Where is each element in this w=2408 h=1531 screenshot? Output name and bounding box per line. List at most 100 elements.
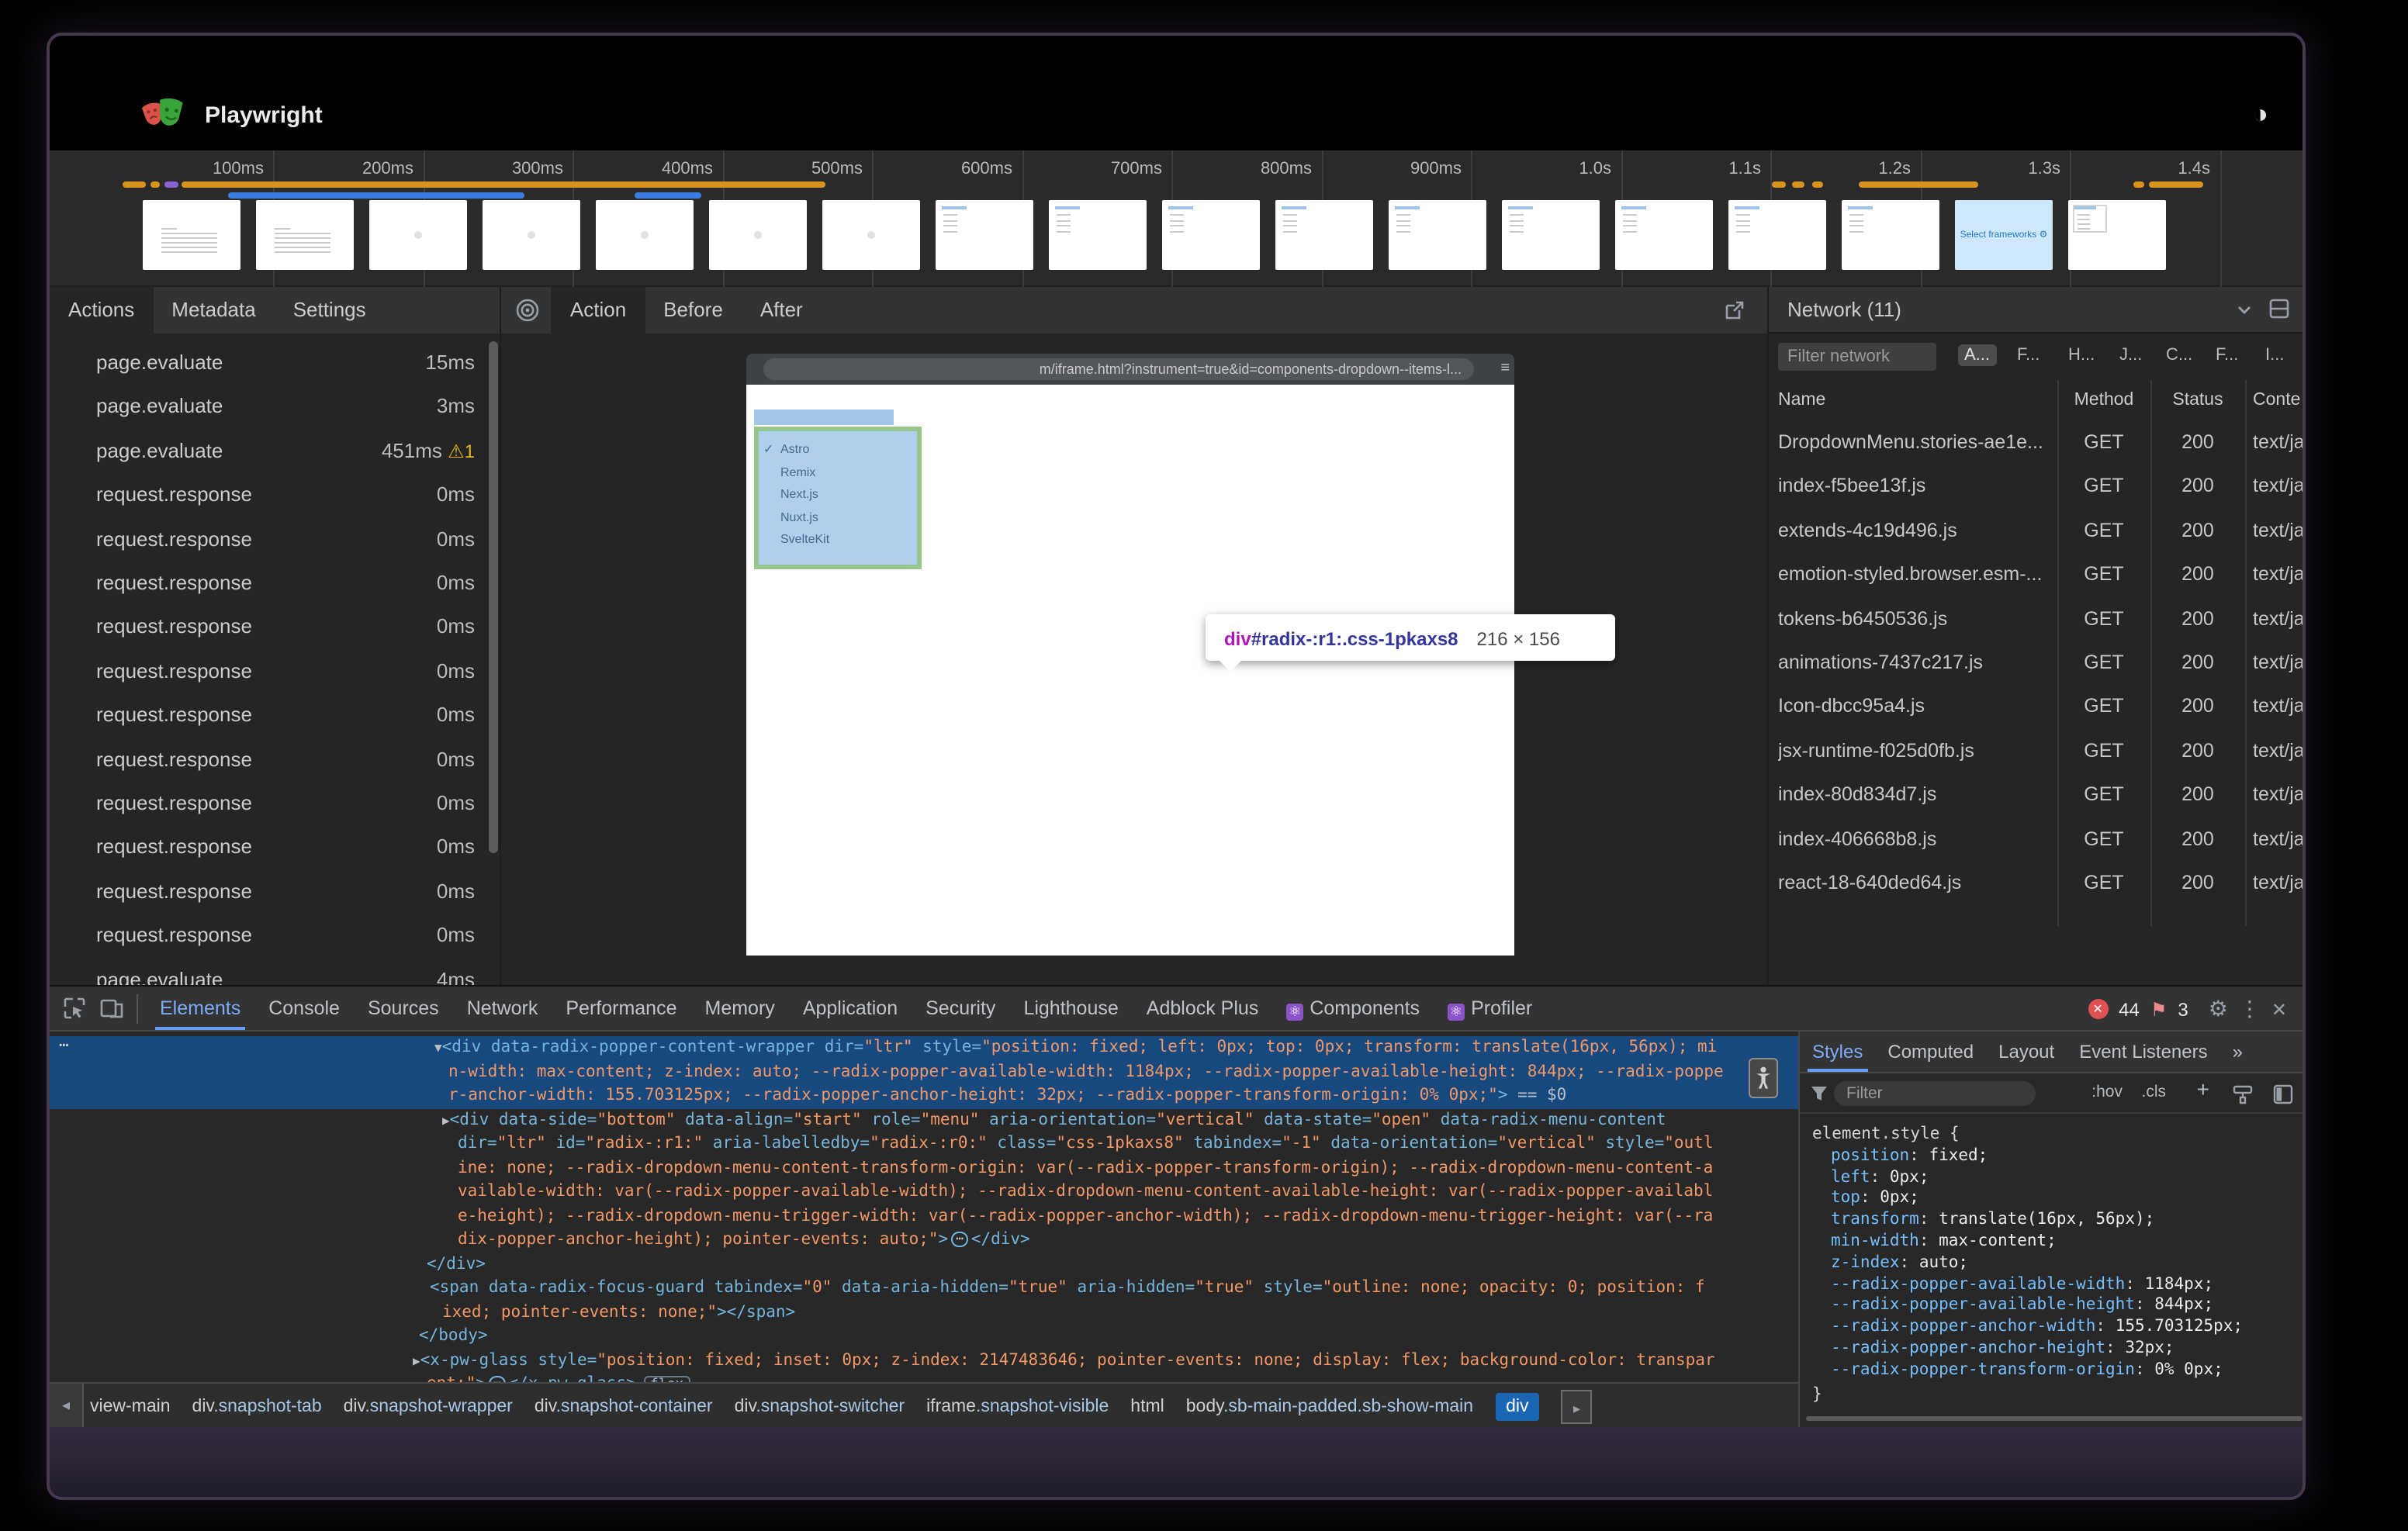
film-thumb[interactable] xyxy=(1275,200,1373,270)
code-line[interactable]: ▶<x-pw-glass style="position: fixed; ins… xyxy=(50,1349,1798,1373)
network-row[interactable]: animations-7437c217.jsGET200text/ja xyxy=(1769,641,2306,684)
network-column-method[interactable]: Method xyxy=(2060,380,2147,420)
film-thumb[interactable] xyxy=(1049,200,1147,270)
css-declaration[interactable]: z-index: auto; xyxy=(1812,1253,2243,1275)
paint-flashing-icon[interactable] xyxy=(2233,1084,2253,1104)
css-property-name[interactable]: --radix-popper-transform-origin xyxy=(1831,1360,2135,1379)
tab-settings[interactable]: Settings xyxy=(275,287,385,334)
action-row[interactable]: request.response0ms xyxy=(50,606,487,649)
network-row[interactable]: extends-4c19d496.jsGET200text/ja xyxy=(1769,509,2306,552)
action-row[interactable]: request.response0ms xyxy=(50,517,487,561)
error-count[interactable]: 44 xyxy=(2119,998,2140,1020)
css-declaration[interactable]: position: fixed; xyxy=(1812,1146,2243,1168)
close-devtools-icon[interactable]: ✕ xyxy=(2271,998,2287,1020)
network-filter-pill[interactable]: F... xyxy=(2209,344,2244,366)
film-thumb[interactable]: Select frameworks ⚙ xyxy=(1955,200,2053,270)
css-declaration[interactable]: --radix-popper-available-height: 844px; xyxy=(1812,1296,2243,1318)
menu-item-remix[interactable]: Remix xyxy=(780,465,815,479)
chevron-down-icon[interactable] xyxy=(2236,301,2253,318)
css-property-value[interactable]: max-content; xyxy=(1929,1232,2056,1250)
hidden-ancestors-marker[interactable]: ⋯ xyxy=(59,1036,69,1055)
breadcrumb-item[interactable]: div.snapshot-tab xyxy=(192,1397,322,1415)
network-filter-pill[interactable]: A... xyxy=(1958,344,1996,366)
breadcrumb-item[interactable]: div.snapshot-wrapper xyxy=(344,1397,513,1415)
style-selector[interactable]: element.style xyxy=(1812,1125,1939,1143)
tab-after[interactable]: After xyxy=(742,287,822,334)
devtools-tab-sources[interactable]: Sources xyxy=(354,987,453,1030)
css-property-name[interactable]: top xyxy=(1831,1189,1860,1208)
action-row[interactable]: request.response0ms xyxy=(50,914,487,957)
action-row[interactable]: request.response0ms xyxy=(50,693,487,737)
tab-actions[interactable]: Actions xyxy=(50,287,153,334)
film-thumb[interactable] xyxy=(1728,200,1826,270)
issues-flag-icon[interactable]: ⚑ xyxy=(2150,998,2168,1020)
styles-scrollbar[interactable] xyxy=(1806,1416,2302,1421)
menu-item-nuxtjs[interactable]: Nuxt.js xyxy=(780,510,818,524)
css-property-value[interactable]: translate(16px, 56px); xyxy=(1929,1210,2154,1229)
network-row[interactable]: index-80d834d7.jsGET200text/ja xyxy=(1769,772,2306,816)
tab-before[interactable]: Before xyxy=(645,287,742,334)
network-row[interactable]: jsx-runtime-f025d0fb.jsGET200text/ja xyxy=(1769,729,2306,772)
breadcrumb-item[interactable]: html xyxy=(1130,1397,1164,1415)
devtools-tab-network[interactable]: Network xyxy=(453,987,552,1030)
network-row[interactable]: react-18-640ded64.jsGET200text/ja xyxy=(1769,861,2306,904)
settings-gear-icon[interactable]: ⚙ xyxy=(2209,996,2228,1022)
issue-count[interactable]: 3 xyxy=(2178,998,2188,1020)
network-row[interactable]: index-406668b8.jsGET200text/ja xyxy=(1769,817,2306,860)
breadcrumb-item[interactable]: body.sb-main-padded.sb-show-main xyxy=(1186,1397,1473,1415)
code-line[interactable]: dir="ltr" id="radix-:r1:" aria-labelledb… xyxy=(50,1132,1798,1156)
styles-filter-input[interactable] xyxy=(1834,1081,2036,1106)
css-property-value[interactable]: auto; xyxy=(1909,1253,1968,1272)
css-property-value[interactable]: fixed; xyxy=(1919,1146,1988,1165)
css-property-value[interactable]: 1184px; xyxy=(2135,1274,2213,1293)
new-style-rule-button[interactable]: + xyxy=(2197,1077,2209,1101)
breadcrumb-item[interactable]: div.snapshot-container xyxy=(535,1397,713,1415)
devtools-tab-security[interactable]: Security xyxy=(912,987,1009,1030)
styles-tab-computed[interactable]: Computed xyxy=(1875,1032,1986,1072)
film-thumb[interactable] xyxy=(1389,200,1486,270)
devtools-tab-console[interactable]: Console xyxy=(254,987,354,1030)
film-thumb[interactable] xyxy=(256,200,354,270)
code-line[interactable]: ▶<div data-side="bottom" data-align="sta… xyxy=(50,1108,1798,1132)
css-declaration[interactable]: --radix-popper-anchor-height: 32px; xyxy=(1812,1339,2243,1360)
network-row[interactable]: DropdownMenu.stories-ae1e...GET200text/j… xyxy=(1769,420,2306,464)
toggle-hover-state[interactable]: :hov xyxy=(2091,1083,2123,1101)
network-filter-pill[interactable]: C... xyxy=(2160,344,2199,366)
film-thumb[interactable] xyxy=(369,200,467,270)
css-declaration[interactable]: top: 0px; xyxy=(1812,1189,2243,1211)
film-thumb[interactable] xyxy=(483,200,580,270)
breadcrumb-back-button[interactable]: ◂ xyxy=(50,1384,84,1429)
network-filter-pill[interactable]: F... xyxy=(2011,344,2046,366)
css-property-name[interactable]: position xyxy=(1831,1146,1909,1165)
css-property-name[interactable]: transform xyxy=(1831,1210,1919,1229)
styles-tab-event-listeners[interactable]: Event Listeners xyxy=(2067,1032,2219,1072)
network-filter-pill[interactable]: H... xyxy=(2062,344,2101,366)
styles-tab-styles[interactable]: Styles xyxy=(1800,1032,1875,1072)
code-line[interactable]: vailable-width: var(--radix-popper-avail… xyxy=(50,1180,1798,1204)
device-toolbar-icon[interactable] xyxy=(99,996,124,1021)
film-thumb[interactable] xyxy=(1615,200,1713,270)
film-thumb[interactable] xyxy=(1502,200,1600,270)
breadcrumb-item[interactable]: div xyxy=(1495,1392,1539,1420)
css-property-value[interactable]: 0px; xyxy=(1870,1189,1919,1208)
devtools-tab-memory[interactable]: Memory xyxy=(691,987,789,1030)
film-thumb[interactable] xyxy=(822,200,920,270)
menu-item-sveltekit[interactable]: SvelteKit xyxy=(780,533,829,547)
film-thumb[interactable] xyxy=(2068,200,2166,270)
css-declaration[interactable]: --radix-popper-anchor-width: 155.703125p… xyxy=(1812,1317,2243,1339)
code-line[interactable]: ▼<div data-radix-popper-content-wrapper … xyxy=(50,1036,1798,1060)
css-property-value[interactable]: 155.703125px; xyxy=(2105,1317,2243,1336)
css-property-value[interactable]: 32px; xyxy=(2116,1339,2174,1357)
action-row[interactable]: request.response0ms xyxy=(50,738,487,781)
menu-item-nextjs[interactable]: Next.js xyxy=(780,487,818,501)
split-view-icon[interactable] xyxy=(2268,298,2290,320)
css-property-name[interactable]: min-width xyxy=(1831,1232,1919,1250)
film-thumb[interactable] xyxy=(936,200,1033,270)
css-declaration[interactable]: transform: translate(16px, 56px); xyxy=(1812,1210,2243,1232)
devtools-tab-elements[interactable]: Elements xyxy=(146,987,254,1030)
css-property-name[interactable]: --radix-popper-anchor-width xyxy=(1831,1317,2095,1336)
action-row[interactable]: request.response0ms xyxy=(50,473,487,517)
flex-badge[interactable]: flex xyxy=(644,1376,690,1382)
code-line[interactable]: r-anchor-width: 155.703125px; --radix-po… xyxy=(50,1084,1798,1108)
code-line[interactable]: ent;">⋯</x-pw-glass>flex xyxy=(50,1373,1798,1382)
